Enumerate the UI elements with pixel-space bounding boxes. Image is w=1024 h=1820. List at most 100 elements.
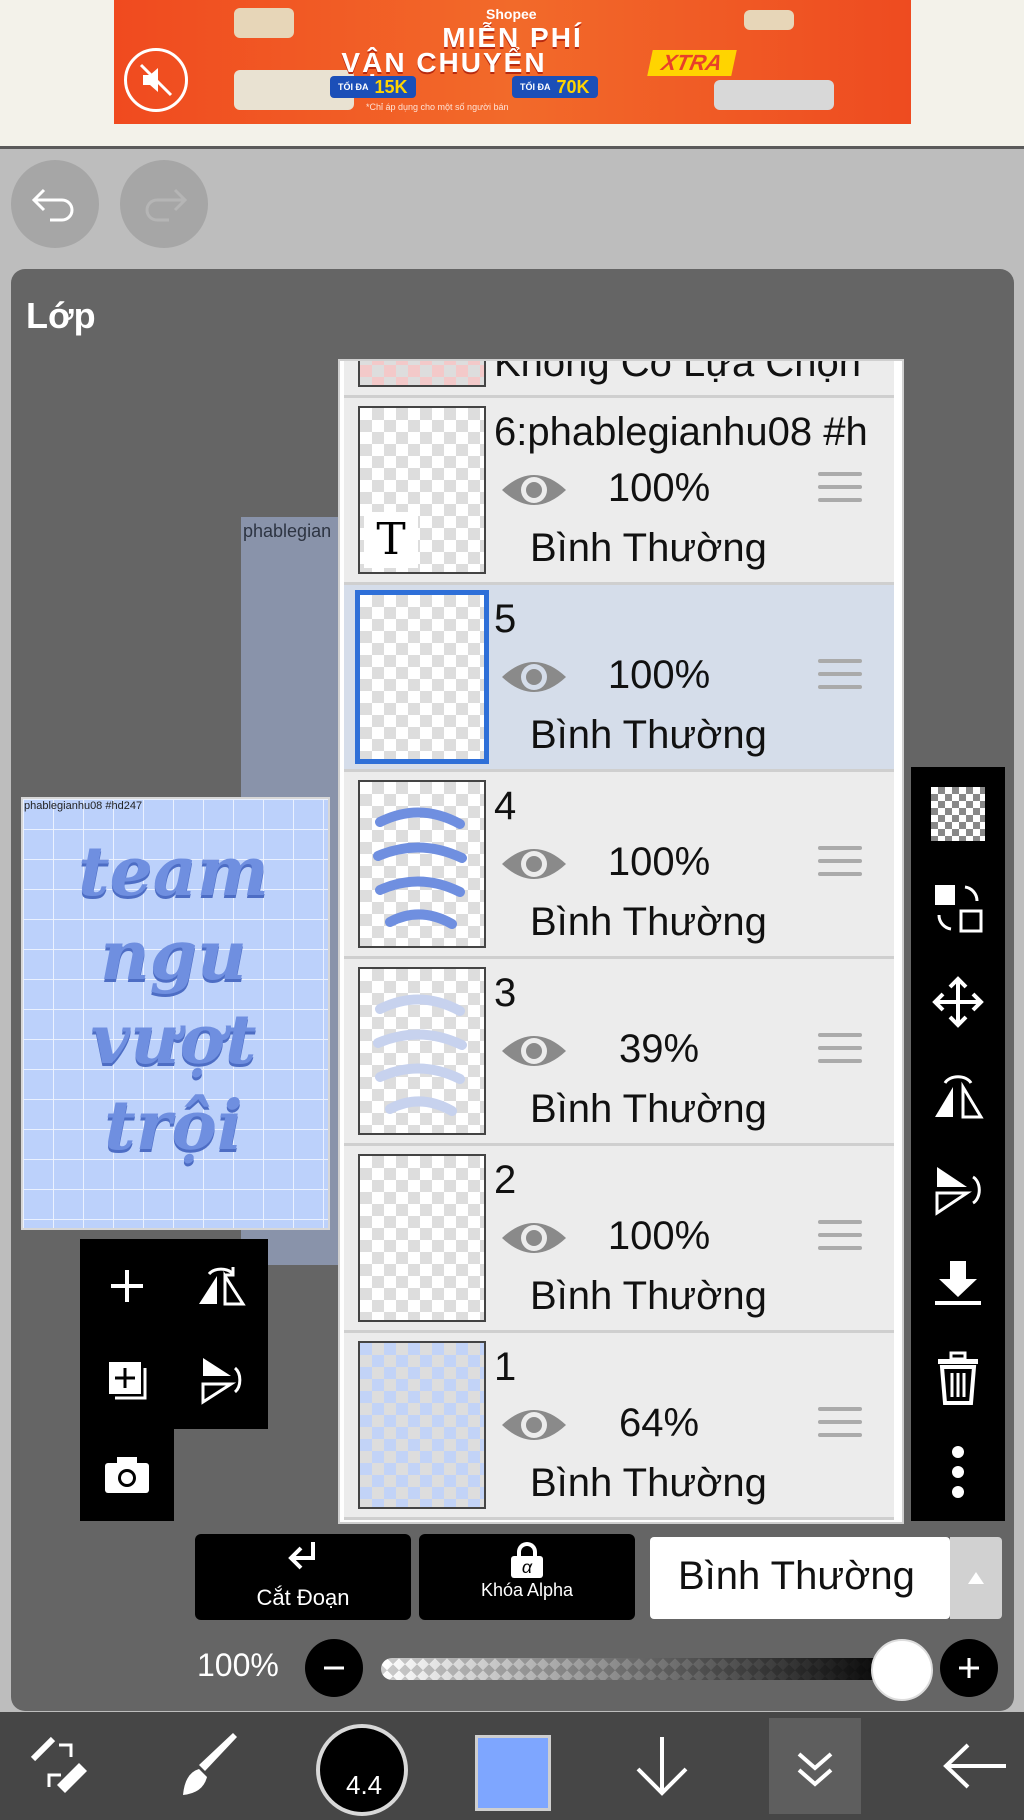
redo-button[interactable] [120, 160, 208, 248]
layer-opacity: 100% [607, 840, 711, 884]
drag-handle-icon[interactable] [818, 1407, 862, 1446]
clip-arrow-icon [288, 1542, 315, 1570]
layer-row[interactable]: 2 100% Bình Thường [344, 1146, 894, 1333]
flip-horizontal-icon [935, 1075, 984, 1119]
delete-layer-button[interactable] [911, 1331, 1005, 1425]
layer-opacity: 39% [618, 1027, 700, 1071]
move-button[interactable] [911, 955, 1005, 1049]
layer-down-button[interactable] [612, 1712, 712, 1820]
layer-row[interactable]: 3 39% Bình Thường [344, 959, 894, 1146]
ad-offer-1-prefix: TỐI ĐA [338, 82, 369, 92]
layer-thumbnail [358, 1341, 486, 1509]
checkerboard-icon [931, 787, 985, 841]
add-layer-copy-icon [109, 1362, 147, 1400]
brush-icon [183, 1733, 237, 1795]
layer-name: 2 [494, 1158, 517, 1202]
visibility-eye-icon[interactable] [500, 468, 568, 512]
transform-eraser-icon [30, 1736, 87, 1793]
canvas-art-word: trội [104, 1086, 243, 1166]
flip-vertical-button[interactable] [174, 1333, 268, 1427]
layer-panel-toggle-button[interactable] [769, 1718, 861, 1814]
lock-icon: α [509, 1542, 545, 1578]
drag-handle-icon[interactable] [818, 472, 862, 511]
swap-layer-button[interactable] [911, 861, 1005, 955]
merge-down-button[interactable] [911, 1237, 1005, 1331]
plus-icon [111, 1270, 143, 1302]
drag-handle-icon[interactable] [818, 1033, 862, 1072]
visibility-eye-icon[interactable] [500, 842, 568, 886]
left-toolbox [80, 1239, 268, 1429]
camera-button[interactable] [80, 1429, 174, 1521]
layer-thumbnail: T [358, 406, 486, 574]
clip-label: Cắt Đoạn [256, 1585, 350, 1610]
layer-row-none[interactable]: Không Có Lựa Chọn [344, 359, 894, 398]
bottom-toolbar [0, 1712, 1024, 1820]
back-button[interactable] [930, 1712, 1020, 1820]
layer-opacity: 100% [607, 1214, 711, 1258]
drag-handle-icon[interactable] [818, 846, 862, 885]
layer-name: 4 [494, 784, 517, 828]
opacity-slider[interactable] [381, 1658, 901, 1680]
alpha-lock-label: Khóa Alpha [480, 1580, 574, 1600]
flip-vertical-icon [935, 1167, 981, 1216]
layer-name: 1 [494, 1345, 517, 1389]
undo-icon [31, 188, 74, 222]
layer-thumbnail [358, 967, 486, 1135]
transparency-button[interactable] [911, 767, 1005, 861]
ad-offer-1: TỐI ĐA 15K [330, 76, 416, 98]
ad-title-line2: VẬN CHUYỂN [341, 47, 547, 78]
layer-blend-mode: Bình Thường [530, 1461, 767, 1505]
opacity-increase-button[interactable] [940, 1639, 998, 1697]
ad-offer-2-value: 70K [556, 76, 590, 97]
visibility-eye-icon[interactable] [500, 1403, 568, 1447]
more-vertical-icon [952, 1446, 964, 1498]
layer-list[interactable]: Không Có Lựa Chọn T 6:phablegianhu08 #h … [338, 359, 904, 1524]
layer-thumbnail [358, 780, 486, 948]
add-layer-copy-button[interactable] [80, 1333, 174, 1427]
transform-tool-button[interactable] [10, 1712, 110, 1820]
drag-handle-icon[interactable] [818, 659, 862, 698]
move-icon [932, 976, 984, 1028]
drag-handle-icon[interactable] [818, 1220, 862, 1259]
flip-vertical-button-right[interactable] [911, 1143, 1005, 1237]
canvas-art-word: ngu [100, 916, 247, 996]
blend-mode-dropdown-button[interactable] [950, 1537, 1002, 1619]
text-layer-icon: T [364, 512, 418, 568]
clipping-button[interactable]: Cắt Đoạn [195, 1534, 411, 1620]
visibility-eye-icon[interactable] [500, 1029, 568, 1073]
mute-icon[interactable] [124, 48, 188, 112]
layer-opacity: 64% [618, 1401, 700, 1445]
opacity-decrease-button[interactable] [305, 1639, 363, 1697]
layer-row[interactable]: 1 64% Bình Thường [344, 1333, 894, 1520]
layer-name: Không Có Lựa Chọn [494, 359, 862, 385]
more-options-button[interactable] [911, 1425, 1005, 1519]
layer-blend-mode: Bình Thường [530, 1274, 767, 1318]
alpha-lock-button[interactable]: α Khóa Alpha [419, 1534, 635, 1620]
ad-banner[interactable]: Shopee MIỄN PHÍ VẬN CHUYỂN XTRA TỐI ĐA 1… [114, 0, 911, 124]
layer-blend-mode: Bình Thường [530, 713, 767, 757]
color-swatch[interactable] [475, 1735, 551, 1811]
ad-product-image [714, 80, 834, 110]
layer-blend-mode: Bình Thường [530, 1087, 767, 1131]
undo-button[interactable] [11, 160, 99, 248]
brush-tool-button[interactable] [160, 1712, 260, 1820]
opacity-slider-handle[interactable] [871, 1639, 933, 1701]
flip-horizontal-button-right[interactable] [911, 1049, 1005, 1143]
flip-horizontal-button[interactable] [174, 1239, 268, 1333]
canvas-ghost-label: phablegian [243, 521, 332, 541]
ad-brand: Shopee [486, 6, 537, 22]
blend-mode-value: Bình Thường [678, 1554, 915, 1598]
layer-row[interactable]: T 6:phablegianhu08 #h 100% Bình Thường [344, 398, 894, 585]
layer-row[interactable]: 4 100% Bình Thường [344, 772, 894, 959]
visibility-eye-icon[interactable] [500, 1216, 568, 1260]
opacity-label: 100% [197, 1647, 279, 1683]
right-toolbar [911, 767, 1005, 1521]
layer-row-selected[interactable]: 5 100% Bình Thường [344, 585, 894, 772]
add-layer-button[interactable] [80, 1239, 174, 1333]
visibility-eye-icon[interactable] [500, 655, 568, 699]
layer-opacity: 100% [607, 653, 711, 697]
layer-thumbnail [358, 1154, 486, 1322]
canvas-art-word: vượt [90, 1000, 257, 1080]
camera-icon [105, 1457, 149, 1493]
trash-icon [938, 1351, 978, 1405]
